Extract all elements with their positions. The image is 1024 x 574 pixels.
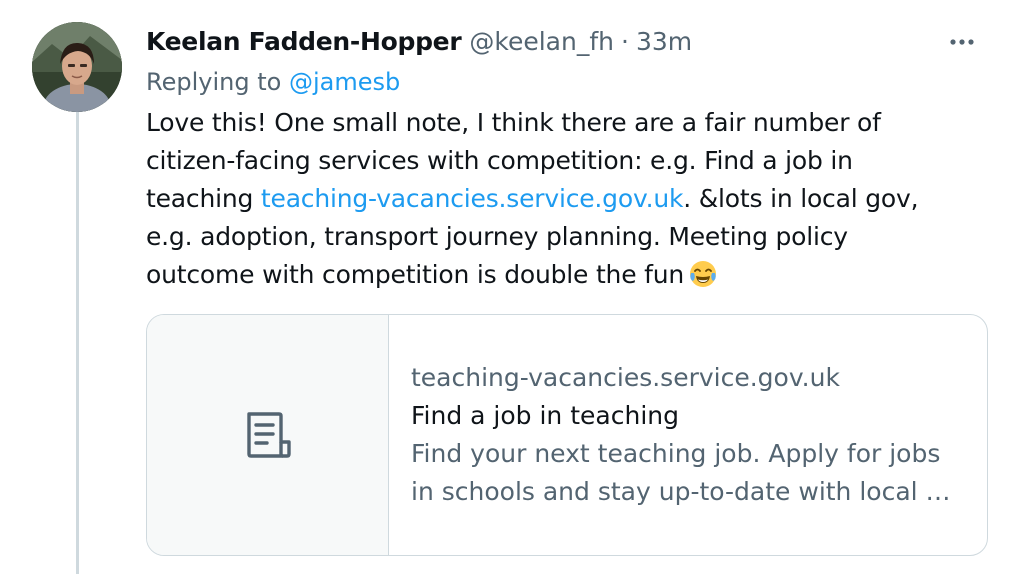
card-description-line: in schools and stay up-to-date with loca… (411, 477, 951, 506)
card-text: teaching-vacancies.service.gov.uk Find a… (389, 315, 987, 555)
card-domain: teaching-vacancies.service.gov.uk (411, 363, 840, 392)
author-name[interactable]: Keelan Fadden-Hopper (146, 22, 462, 62)
header-separator: · (620, 27, 629, 56)
more-button[interactable] (944, 30, 980, 54)
card-thumbnail (147, 315, 389, 555)
avatar[interactable] (32, 22, 122, 112)
tweet-text-line: citizen-facing services with competition… (146, 146, 853, 175)
replying-to: Replying to @jamesb (146, 64, 400, 100)
replying-to-label: Replying to (146, 68, 282, 96)
tweet-timestamp[interactable]: 33m (636, 22, 692, 62)
tweet-text-line: outcome with competition is double the f… (146, 256, 976, 300)
document-icon (246, 412, 291, 458)
face-with-tears-of-joy-icon (688, 259, 718, 300)
tweet-text-line: e.g. adoption, transport journey plannin… (146, 222, 848, 251)
tweet-text-segment: outcome with competition is double the f… (146, 260, 685, 289)
tweet-text-line: teaching teaching-vacancies.service.gov.… (146, 180, 976, 218)
tweet-text: Love this! One small note, I think there… (146, 104, 976, 300)
more-horizontal-icon (950, 39, 974, 45)
link-preview-card[interactable]: teaching-vacancies.service.gov.uk Find a… (146, 314, 988, 556)
tweet[interactable]: Keelan Fadden-Hopper @keelan_fh · 33m Re… (0, 0, 1024, 574)
tweet-url-link[interactable]: teaching-vacancies.service.gov.uk (261, 184, 684, 213)
tweet-text-segment: . &lots in local gov, (683, 184, 919, 213)
tweet-header: Keelan Fadden-Hopper @keelan_fh · 33m (146, 22, 976, 62)
reply-mention-link[interactable]: @jamesb (289, 68, 400, 96)
author-handle[interactable]: @keelan_fh (469, 22, 614, 62)
tweet-text-segment: teaching (146, 184, 261, 213)
card-title: Find a job in teaching (411, 401, 679, 430)
card-description-line: Find your next teaching job. Apply for j… (411, 439, 941, 468)
tweet-text-line: Love this! One small note, I think there… (146, 108, 881, 137)
thread-line (76, 112, 79, 574)
